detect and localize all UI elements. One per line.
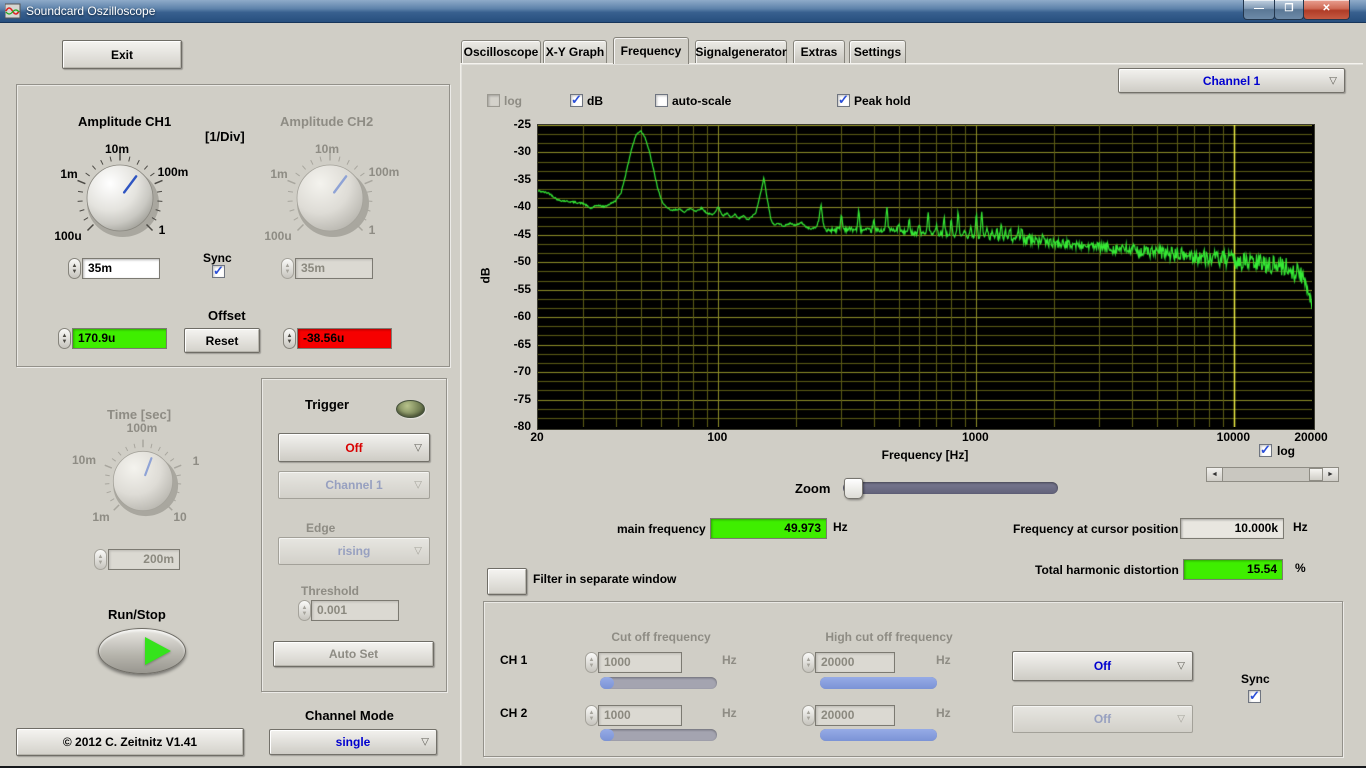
- offset-ch2-spinner[interactable]: ▲ ▼: [283, 328, 296, 349]
- close-button[interactable]: ✕: [1303, 0, 1350, 20]
- knob-scale-label: 1: [192, 454, 200, 468]
- time-value: 200m: [108, 549, 180, 570]
- channel-mode-value: single: [335, 735, 371, 749]
- edge-label: Edge: [306, 521, 336, 535]
- knob-scale-label: 10m: [104, 142, 130, 156]
- knob-scale-label: 10m: [71, 453, 97, 467]
- knob-scale-label: 100u: [54, 229, 82, 243]
- tab-label: X-Y Graph: [545, 45, 605, 59]
- offset-ch1-value[interactable]: 170.9u: [72, 328, 167, 349]
- knob-scale-label: 10m: [314, 142, 340, 156]
- offset-reset-label: Reset: [205, 333, 239, 348]
- exit-button[interactable]: Exit: [62, 40, 182, 69]
- trigger-title: Trigger: [305, 397, 350, 412]
- exit-button-label: Exit: [110, 47, 133, 62]
- trigger-mode-dropdown[interactable]: Off ▽: [278, 433, 430, 462]
- tab-xy-graph[interactable]: X-Y Graph: [543, 40, 607, 63]
- sync-checkbox[interactable]: [212, 263, 225, 279]
- knob-scale-label: 10: [173, 510, 187, 524]
- chevron-down-icon: ▽: [421, 736, 429, 748]
- auto-set-button[interactable]: Auto Set: [273, 641, 434, 667]
- amplitude-ch2-title: Amplitude CH2: [280, 114, 374, 129]
- restore-button[interactable]: ❐: [1274, 0, 1304, 20]
- chevron-down-icon: ▽: [414, 545, 422, 557]
- knob-scale-label: 1: [158, 223, 166, 237]
- per-div-label: [1/Div]: [205, 129, 245, 144]
- run-stop-label: Run/Stop: [108, 607, 166, 622]
- tab-extras[interactable]: Extras: [793, 40, 845, 63]
- knob-scale-label: 1m: [60, 167, 78, 181]
- trigger-led-indicator: [396, 400, 425, 418]
- knob-scale-label: 100m: [126, 421, 158, 435]
- minimize-button[interactable]: —: [1243, 0, 1275, 20]
- knob-scale-label: 1m: [270, 167, 288, 181]
- amplitude-ch2-knob: [287, 152, 373, 237]
- trigger-source-value: Channel 1: [325, 478, 383, 492]
- tab-label: Extras: [800, 45, 838, 59]
- copyright-label: © 2012 C. Zeitnitz V1.41: [62, 735, 198, 749]
- title-bar[interactable]: Soundcard Oszilloscope — ❐ ✕: [0, 0, 1366, 23]
- knob-scale-label: 1m: [92, 510, 110, 524]
- channel-mode-dropdown[interactable]: single ▽: [269, 729, 437, 755]
- copyright-button[interactable]: © 2012 C. Zeitnitz V1.41: [16, 728, 244, 756]
- tab-frequency[interactable]: Frequency: [613, 37, 689, 64]
- chevron-down-icon: ▽: [414, 479, 422, 491]
- tab-page: [460, 63, 1363, 765]
- channel-mode-label: Channel Mode: [305, 708, 394, 723]
- offset-reset-button[interactable]: Reset: [184, 328, 260, 353]
- chevron-down-icon: ▽: [414, 442, 422, 453]
- threshold-label: Threshold: [301, 584, 360, 598]
- knob-scale-label: 1: [368, 223, 376, 237]
- knob-scale-label: 100m: [157, 165, 189, 179]
- trigger-mode-value: Off: [345, 440, 363, 455]
- amplitude-ch1-title: Amplitude CH1: [78, 114, 172, 129]
- threshold-value: 0.001: [311, 600, 399, 621]
- amplitude-ch1-spinner[interactable]: ▲ ▼: [68, 258, 81, 279]
- threshold-spinner: ▲ ▼: [298, 600, 311, 621]
- offset-ch2-value[interactable]: -38.56u: [297, 328, 392, 349]
- trigger-source-dropdown: Channel 1 ▽: [278, 471, 430, 499]
- trigger-edge-value: rising: [337, 544, 371, 558]
- amplitude-ch2-spinner: ▲ ▼: [281, 258, 294, 279]
- offset-title: Offset: [208, 308, 246, 323]
- tab-oscilloscope[interactable]: Oscilloscope: [461, 40, 541, 63]
- play-icon: [145, 637, 171, 665]
- tab-label: Signalgenerator: [695, 45, 787, 59]
- run-stop-button[interactable]: [98, 628, 186, 674]
- amplitude-ch2-value: 35m: [295, 258, 373, 279]
- offset-ch1-spinner[interactable]: ▲ ▼: [58, 328, 71, 349]
- tab-settings[interactable]: Settings: [849, 40, 906, 63]
- tab-signalgenerator[interactable]: Signalgenerator: [695, 40, 787, 63]
- knob-scale-label: 100u: [264, 229, 292, 243]
- soundcard-oscilloscope-window: { "window": { "title": "Soundcard Oszill…: [0, 0, 1366, 768]
- tab-label: Settings: [853, 45, 902, 59]
- knob-scale-label: 100m: [368, 165, 400, 179]
- time-spinner: ▲ ▼: [94, 549, 107, 570]
- app-icon: [5, 3, 21, 19]
- tab-label: Oscilloscope: [463, 45, 539, 59]
- amplitude-ch1-value[interactable]: 35m: [82, 258, 160, 279]
- amplitude-ch1-knob[interactable]: [70, 148, 170, 248]
- trigger-edge-dropdown: rising ▽: [278, 537, 430, 565]
- window-title: Soundcard Oszilloscope: [26, 4, 156, 18]
- tab-label: Frequency: [620, 44, 682, 58]
- auto-set-label: Auto Set: [328, 647, 379, 661]
